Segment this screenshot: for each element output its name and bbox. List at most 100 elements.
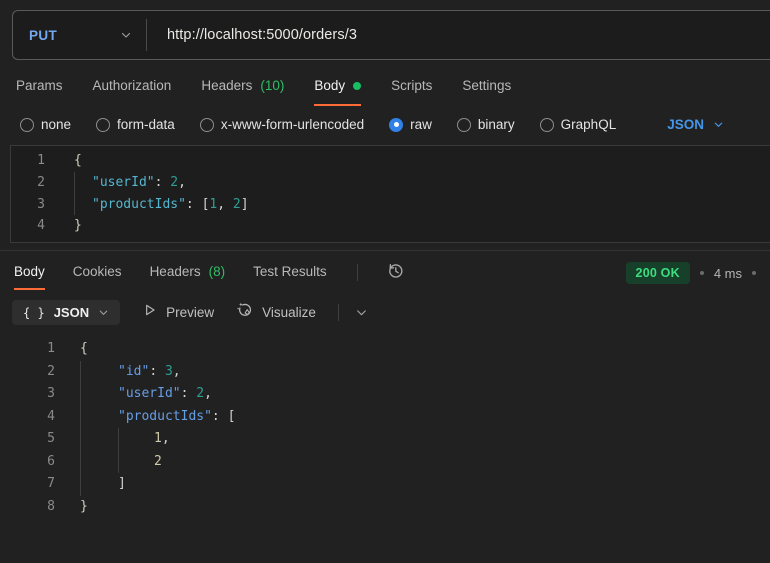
request-url-bar: PUT http://localhost:5000/orders/3 [12, 10, 770, 60]
code-token: 2 [232, 196, 241, 212]
tab-scripts[interactable]: Scripts [391, 78, 432, 106]
response-toolbar: { } JSON Preview Visualize [0, 292, 770, 326]
code-token: 3 [164, 363, 173, 379]
code-token: : [180, 386, 197, 402]
chevron-down-icon[interactable] [355, 306, 368, 319]
code-line[interactable]: 3 "userId": 2, [0, 383, 770, 406]
code-token: ] [240, 196, 249, 212]
body-modified-dot [353, 81, 362, 90]
request-body-editor[interactable]: 1{2 "userId": 2, 3 "productIds": [1, 2] 4} [10, 145, 770, 244]
code-token: 2 [170, 174, 179, 190]
tab-params[interactable]: Params [16, 78, 63, 106]
history-icon[interactable] [386, 261, 405, 285]
code-token: , [161, 431, 170, 447]
method-label: PUT [29, 27, 58, 43]
code-line[interactable]: 3 "productIds": [1, 2] [11, 193, 770, 216]
radio-circle-icon [199, 117, 214, 132]
code-line[interactable]: 7] [0, 473, 770, 496]
response-format-selector[interactable]: { } JSON [12, 300, 121, 326]
code-line[interactable]: 4} [11, 215, 770, 237]
indent-guide [80, 473, 118, 496]
response-status-area: 200 OK 4 ms [625, 261, 756, 285]
request-tabs: Params Authorization Headers (10) Body S… [0, 60, 770, 106]
visualize-button[interactable]: Visualize [236, 301, 316, 324]
raw-language-selector[interactable]: JSON [667, 117, 724, 132]
code-token: "userId" [92, 174, 155, 190]
code-token: ] [118, 476, 126, 492]
request-url-row: PUT http://localhost:5000/orders/3 [0, 0, 770, 60]
indent-guide [80, 405, 118, 429]
code-line[interactable]: 1{ [11, 150, 770, 172]
tab-body[interactable]: Body [314, 78, 362, 106]
code-token: : [211, 408, 228, 424]
response-time[interactable]: 4 ms [714, 266, 742, 281]
code-token: } [80, 498, 88, 514]
line-number: 4 [47, 408, 55, 424]
indent-guide [80, 360, 118, 384]
braces-icon: { } [23, 305, 45, 320]
response-tab-body[interactable]: Body [14, 264, 45, 290]
code-line[interactable]: 1{ [0, 338, 770, 361]
tab-headers[interactable]: Headers (10) [201, 78, 284, 106]
code-token: 2 [154, 453, 162, 469]
line-number: 3 [37, 196, 45, 212]
radio-x-www-form-urlencoded[interactable]: x-www-form-urlencoded [199, 117, 364, 132]
code-token: [ [227, 408, 236, 424]
code-token: 2 [196, 386, 205, 402]
tab-settings[interactable]: Settings [462, 78, 511, 106]
tab-authorization[interactable]: Authorization [93, 78, 172, 106]
line-number: 1 [37, 153, 45, 168]
response-tabs: Body Cookies Headers (8) Test Results [14, 261, 405, 292]
code-token: "userId" [118, 386, 181, 402]
indent-guide [74, 171, 92, 194]
code-token: "id" [118, 363, 150, 379]
play-outline-icon [142, 302, 158, 323]
code-token: , [217, 196, 233, 212]
line-number: 7 [47, 476, 55, 492]
response-tab-cookies[interactable]: Cookies [73, 264, 122, 290]
code-line[interactable]: 5 1, [0, 428, 770, 451]
response-tab-test-results[interactable]: Test Results [253, 264, 327, 290]
code-line[interactable]: 2 "id": 3, [0, 360, 770, 384]
code-token: { [74, 153, 82, 168]
code-line[interactable]: 62 [0, 450, 770, 474]
method-selector[interactable]: PUT [13, 28, 146, 43]
response-body-viewer[interactable]: 1{2 "id": 3, 3 "userId": 2, 4 "productIds": [… [0, 338, 770, 519]
line-number: 8 [47, 498, 55, 514]
response-tab-headers[interactable]: Headers (8) [150, 264, 226, 290]
code-token: , [172, 363, 181, 379]
url-input[interactable]: http://localhost:5000/orders/3 [147, 27, 357, 43]
indent-guide [118, 450, 154, 474]
line-number: 5 [47, 431, 55, 447]
line-number: 2 [37, 174, 45, 190]
radio-circle-icon [456, 117, 471, 132]
code-token: "productIds" [118, 408, 212, 424]
code-line[interactable]: 8} [0, 496, 770, 519]
radio-circle-icon [20, 117, 34, 132]
radio-circle-icon [96, 117, 111, 132]
status-badge[interactable]: 200 OK [625, 262, 690, 285]
radio-binary[interactable]: binary [456, 117, 515, 132]
radio-form-data[interactable]: form-data [96, 117, 175, 132]
preview-button[interactable]: Preview [142, 302, 214, 323]
radio-none[interactable]: none [20, 117, 71, 132]
code-line[interactable]: 2 "userId": 2, [11, 171, 770, 194]
line-number: 2 [47, 363, 55, 379]
magic-sparkle-icon [236, 301, 254, 324]
body-type-selector: none form-data x-www-form-urlencoded raw… [0, 106, 770, 132]
response-headers-count-badge: (8) [208, 263, 226, 279]
code-token: { [80, 341, 88, 357]
line-number: 6 [47, 453, 55, 469]
radio-graphql[interactable]: GraphQL [539, 117, 616, 132]
code-token: , [178, 174, 186, 190]
separator-dot [752, 271, 756, 276]
chevron-down-icon [713, 119, 724, 130]
chevron-down-icon [98, 307, 109, 318]
code-token: , [204, 386, 212, 402]
code-token: "productIds" [92, 196, 186, 212]
toolbar-divider [337, 304, 339, 322]
code-line[interactable]: 4 "productIds": [ [0, 405, 770, 429]
chevron-down-icon [120, 29, 132, 41]
radio-raw[interactable]: raw [389, 117, 432, 132]
indent-guide [74, 193, 92, 216]
